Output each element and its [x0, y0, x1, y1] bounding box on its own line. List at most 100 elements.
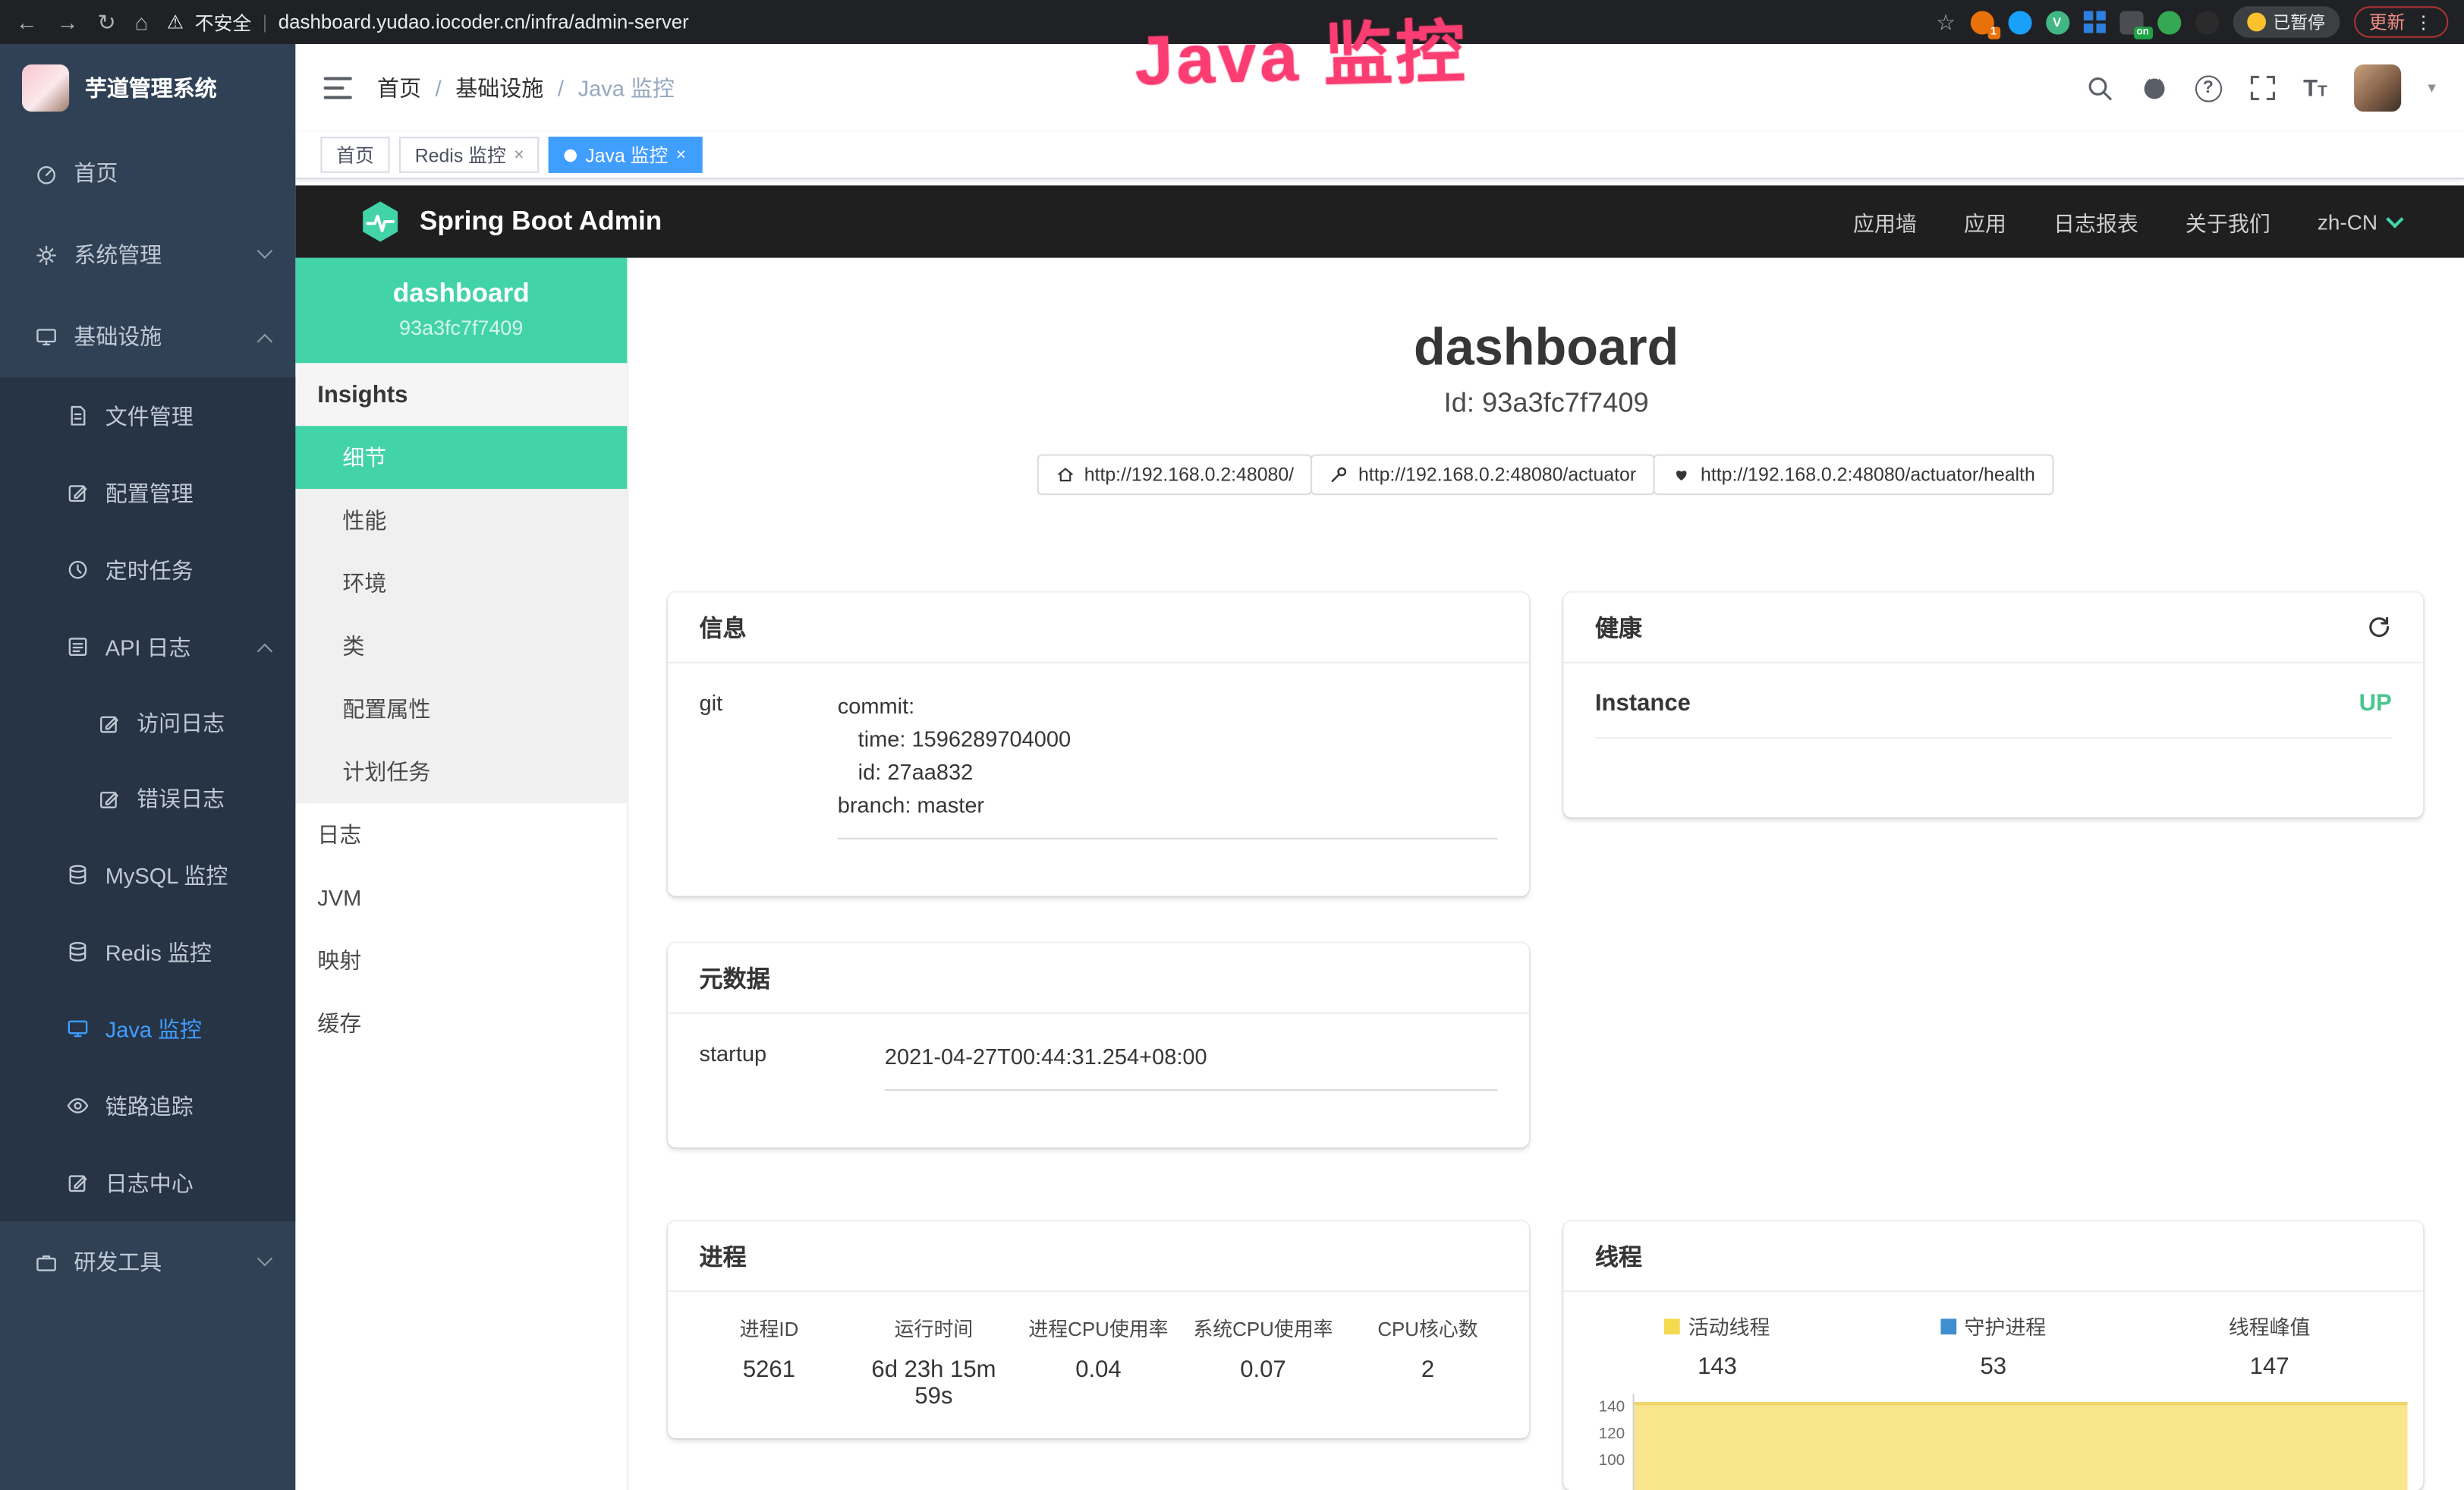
- close-icon[interactable]: ×: [676, 146, 686, 165]
- chrome-update-button[interactable]: 更新 ⋮: [2353, 6, 2448, 37]
- security-label[interactable]: 不安全: [195, 8, 252, 35]
- sba-menu-caches[interactable]: 缓存: [295, 992, 627, 1055]
- sba-menu-environment[interactable]: 环境: [295, 552, 627, 615]
- sidebar-item-error-log[interactable]: 错误日志: [0, 761, 295, 836]
- user-avatar[interactable]: [2354, 65, 2401, 112]
- chart-ytick: 120: [1585, 1421, 1625, 1447]
- url-text[interactable]: dashboard.yudao.iocoder.cn/infra/admin-s…: [278, 11, 689, 33]
- chevron-up-icon: [257, 644, 272, 659]
- edit-icon: [97, 711, 121, 735]
- threads-legend: 活动线程 143 守护进程 53 线程峰值 147: [1563, 1292, 2423, 1380]
- language-selector[interactable]: zh-CN: [2318, 209, 2401, 233]
- hamburger-icon[interactable]: [324, 77, 352, 99]
- service-url-button[interactable]: http://192.168.0.2:48080/: [1037, 454, 1313, 495]
- process-card: 进程 进程ID 5261 运行时间 6d 23h 15m 59s 进程CPU使用…: [668, 1221, 1529, 1438]
- app-logo[interactable]: 芋道管理系统: [0, 44, 295, 132]
- history-icon[interactable]: [2367, 615, 2392, 640]
- address-bar[interactable]: ⚠ 不安全 | dashboard.yudao.iocoder.cn/infra…: [167, 8, 1917, 35]
- process-header: 进程ID: [687, 1312, 851, 1342]
- breadcrumb-home[interactable]: 首页: [377, 72, 421, 103]
- breadcrumb-infra[interactable]: 基础设施: [455, 72, 543, 103]
- help-icon[interactable]: ?: [2195, 74, 2221, 101]
- font-size-icon[interactable]: TT: [2303, 74, 2327, 101]
- sba-menu-details[interactable]: 细节: [295, 426, 627, 489]
- sba-menu-logs[interactable]: 日志: [295, 803, 627, 866]
- bookmark-star-icon[interactable]: ☆: [1936, 11, 1956, 33]
- sidebar-item-infra[interactable]: 基础设施: [0, 295, 295, 377]
- sidebar-item-devtools[interactable]: 研发工具: [0, 1221, 295, 1303]
- sidebar-item-label: 研发工具: [74, 1246, 162, 1277]
- sidebar-item-mysql-monitor[interactable]: MySQL 监控: [0, 836, 295, 913]
- extension-icon-fox[interactable]: 1: [1970, 10, 1994, 33]
- legend-blue-swatch: [1940, 1318, 1956, 1334]
- legend-label: 活动线程: [1688, 1311, 1770, 1340]
- sidebar-item-system[interactable]: 系统管理: [0, 214, 295, 296]
- sidebar-item-tracing[interactable]: 链路追踪: [0, 1067, 295, 1144]
- sidebar-item-api-log[interactable]: API 日志: [0, 608, 295, 685]
- chart-plot-area: [1633, 1394, 2408, 1490]
- sba-menu-jvm[interactable]: JVM: [295, 866, 627, 929]
- chevron-down-icon: [257, 242, 272, 257]
- database-icon: [66, 863, 90, 887]
- sba-menu-classes[interactable]: 类: [295, 615, 627, 678]
- extension-icon-switch[interactable]: on: [2119, 10, 2142, 33]
- edit-icon: [66, 481, 90, 505]
- close-icon[interactable]: ×: [514, 146, 524, 165]
- actuator-url-button[interactable]: http://192.168.0.2:48080/actuator: [1311, 454, 1655, 495]
- sidebar-item-label: API 日志: [105, 631, 191, 662]
- chart-live-threads-area: [1635, 1402, 2408, 1490]
- sba-menu-label: 环境: [342, 568, 386, 599]
- sidebar-item-file-mgmt[interactable]: 文件管理: [0, 377, 295, 454]
- sba-nav-wall[interactable]: 应用墙: [1853, 206, 1917, 237]
- sidebar-item-java-monitor[interactable]: Java 监控: [0, 991, 295, 1067]
- sba-nav-about[interactable]: 关于我们: [2186, 206, 2270, 237]
- health-instance-label: Instance: [1595, 690, 1691, 717]
- tab-home[interactable]: 首页: [320, 137, 389, 173]
- sba-menu-mappings[interactable]: 映射: [295, 929, 627, 992]
- extension-icon-grid[interactable]: [2083, 11, 2105, 33]
- health-url: http://192.168.0.2:48080/actuator/health: [1701, 464, 2035, 486]
- sba-nav-applications[interactable]: 应用: [1964, 206, 2006, 237]
- extension-icon-leaf[interactable]: [2157, 10, 2180, 33]
- sidebar-item-access-log[interactable]: 访问日志: [0, 685, 295, 761]
- extension-icon-paw[interactable]: [2195, 10, 2218, 33]
- extension-icon-drop[interactable]: [2007, 10, 2031, 33]
- sidebar-item-config-mgmt[interactable]: 配置管理: [0, 454, 295, 531]
- kebab-menu-icon[interactable]: ⋮: [2415, 11, 2433, 33]
- avatar-caret-icon[interactable]: ▾: [2428, 80, 2435, 97]
- sba-menu-metrics[interactable]: 性能: [295, 489, 627, 552]
- sidebar-item-redis-monitor[interactable]: Redis 监控: [0, 913, 295, 990]
- sba-menu-label: 细节: [342, 442, 386, 473]
- fullscreen-icon[interactable]: [2248, 74, 2277, 102]
- instance-links: http://192.168.0.2:48080/ http://192.168…: [628, 454, 2464, 495]
- tab-redis-monitor[interactable]: Redis 监控 ×: [399, 137, 540, 173]
- sidebar-item-label: Redis 监控: [105, 936, 212, 967]
- home-icon[interactable]: ⌂: [135, 11, 149, 33]
- extension-icon-vue[interactable]: V: [2045, 10, 2069, 33]
- github-icon[interactable]: [2140, 74, 2168, 102]
- sba-menu-scheduled-tasks[interactable]: 计划任务: [295, 740, 627, 803]
- sidebar-item-home[interactable]: 首页: [0, 132, 295, 214]
- chevron-up-icon: [257, 333, 272, 348]
- paused-chip[interactable]: 已暂停: [2233, 6, 2340, 37]
- health-url-button[interactable]: http://192.168.0.2:48080/actuator/health: [1654, 454, 2054, 495]
- sidebar-item-label: Java 监控: [105, 1013, 202, 1044]
- forward-icon[interactable]: →: [57, 11, 79, 33]
- reload-icon[interactable]: ↻: [97, 11, 115, 33]
- back-icon[interactable]: ←: [16, 11, 38, 33]
- process-card-title: 进程: [668, 1221, 1529, 1292]
- legend-label: 守护进程: [1965, 1311, 2047, 1340]
- sidebar-item-scheduled-jobs[interactable]: 定时任务: [0, 531, 295, 608]
- instance-header[interactable]: dashboard 93a3fc7f7409: [295, 258, 627, 364]
- sba-section-insights: Insights: [295, 363, 627, 426]
- font-size-small: T: [2318, 83, 2327, 100]
- update-label: 更新: [2369, 9, 2406, 34]
- sba-brand-title[interactable]: Spring Boot Admin: [420, 206, 662, 237]
- threads-chart: 140 120 100: [1563, 1394, 2423, 1490]
- sba-menu-configprops[interactable]: 配置属性: [295, 678, 627, 741]
- search-icon[interactable]: [2085, 74, 2113, 102]
- sba-menu-label: 配置属性: [342, 693, 430, 724]
- sidebar-item-log-center[interactable]: 日志中心: [0, 1145, 295, 1221]
- tab-java-monitor[interactable]: Java 监控 ×: [549, 137, 702, 173]
- sba-nav-journal[interactable]: 日志报表: [2053, 206, 2138, 237]
